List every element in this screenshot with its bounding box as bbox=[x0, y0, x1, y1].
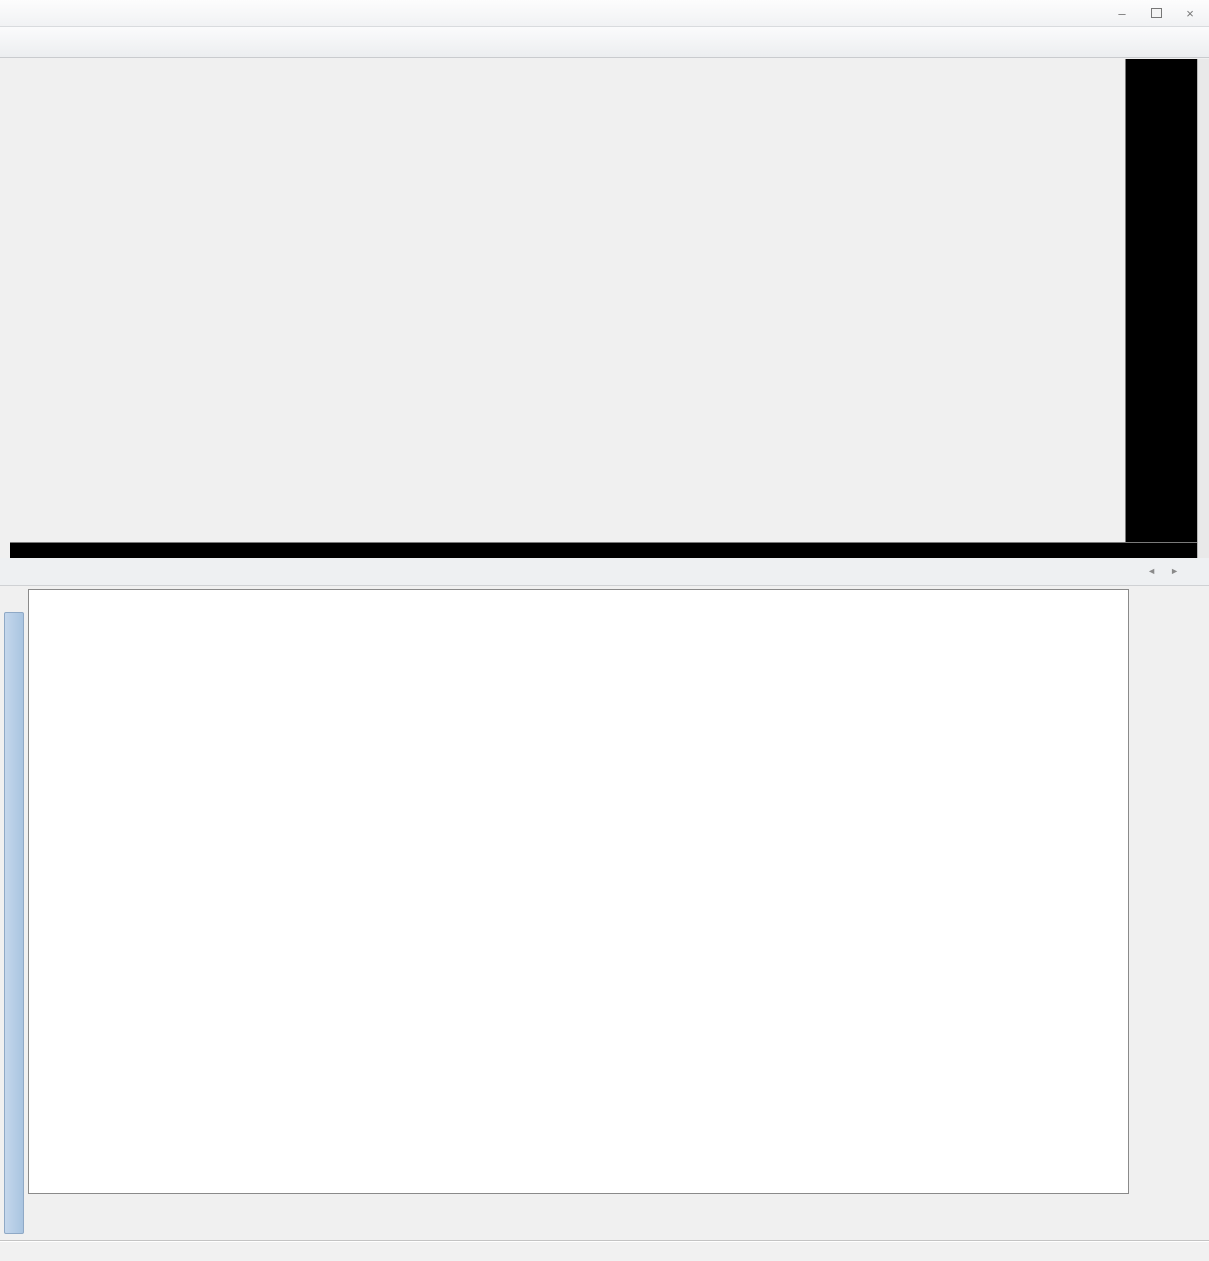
minimize-button[interactable]: – bbox=[1109, 3, 1135, 23]
tester-dock-strip[interactable] bbox=[4, 612, 24, 1234]
window-edge bbox=[1197, 59, 1209, 558]
close-button[interactable]: × bbox=[1177, 3, 1203, 23]
tester-close-button[interactable] bbox=[8, 589, 24, 605]
candlestick-chart[interactable] bbox=[10, 59, 1125, 542]
restore-button[interactable] bbox=[1143, 3, 1169, 23]
toolbar bbox=[0, 27, 1209, 58]
mt4-terminal-window: { "window": {"watermark": "EAHub.cn"}, "… bbox=[0, 0, 1209, 1261]
equity-chart[interactable] bbox=[29, 590, 1128, 1193]
price-scale[interactable] bbox=[1125, 59, 1198, 558]
time-scale[interactable] bbox=[10, 542, 1197, 559]
status-bar bbox=[0, 1240, 1209, 1261]
tab-scroll-arrows[interactable]: ◄► bbox=[1147, 566, 1193, 576]
chart-tab-bar bbox=[0, 558, 1209, 586]
menu-bar: – × bbox=[0, 0, 1209, 27]
